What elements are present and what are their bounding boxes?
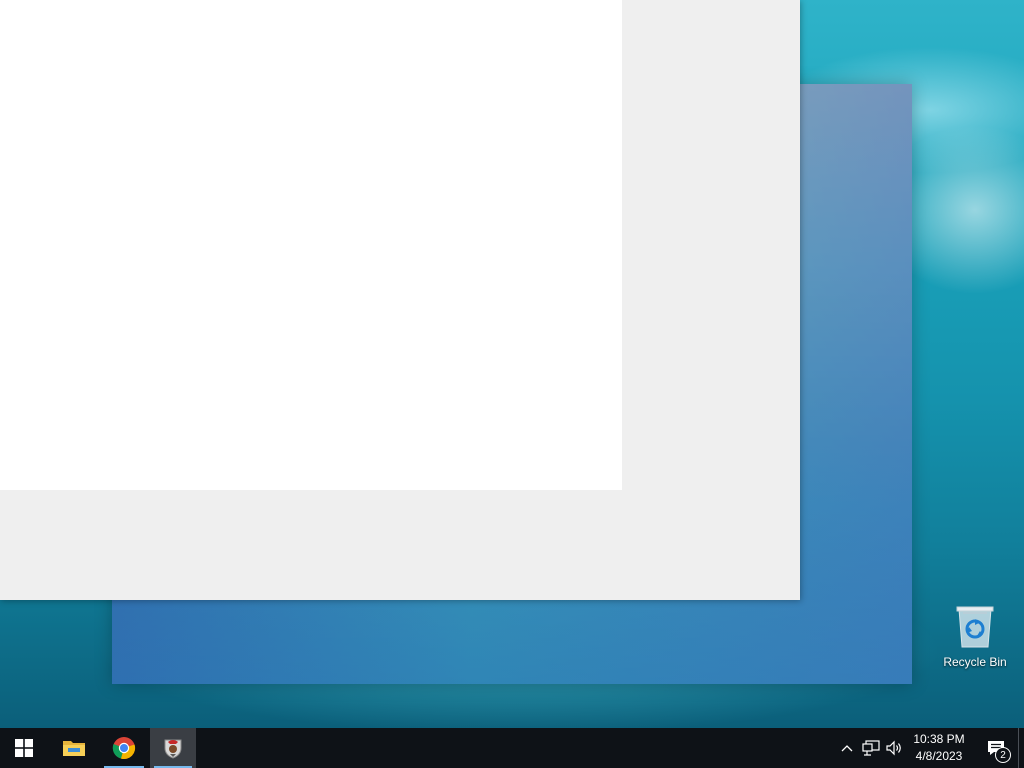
taskbar-chrome[interactable] (100, 728, 148, 768)
volume-icon (886, 740, 901, 756)
recycle-bin-icon (956, 606, 994, 648)
start-button[interactable] (0, 728, 48, 768)
taskbar-game-app[interactable] (150, 728, 196, 768)
tray-overflow-button[interactable] (838, 728, 856, 768)
action-center-button[interactable]: 2 (976, 728, 1016, 768)
clock-time: 10:38 PM (913, 732, 965, 746)
taskbar-clock[interactable]: 10:38 PM 4/8/2023 (908, 728, 970, 768)
chrome-icon (112, 737, 136, 760)
chevron-up-icon (841, 745, 853, 752)
clock-date: 4/8/2023 (915, 749, 963, 763)
folder-icon (63, 741, 85, 756)
show-desktop-button[interactable] (1018, 728, 1024, 768)
windows-logo-icon (15, 739, 33, 757)
game-app-icon (164, 739, 182, 759)
network-icon (862, 740, 880, 756)
desktop-icon-label: Recycle Bin (943, 655, 1007, 669)
app-window[interactable] (0, 0, 800, 600)
tray-volume-button[interactable] (884, 728, 904, 768)
desktop-icon-recycle-bin[interactable]: Recycle Bin (938, 600, 1012, 672)
tray-network-button[interactable] (860, 728, 882, 768)
taskbar: 10:38 PM 4/8/2023 2 (0, 728, 1024, 768)
app-content-panel[interactable] (0, 0, 622, 490)
notification-count-badge: 2 (995, 747, 1011, 763)
taskbar-file-explorer[interactable] (50, 728, 98, 768)
